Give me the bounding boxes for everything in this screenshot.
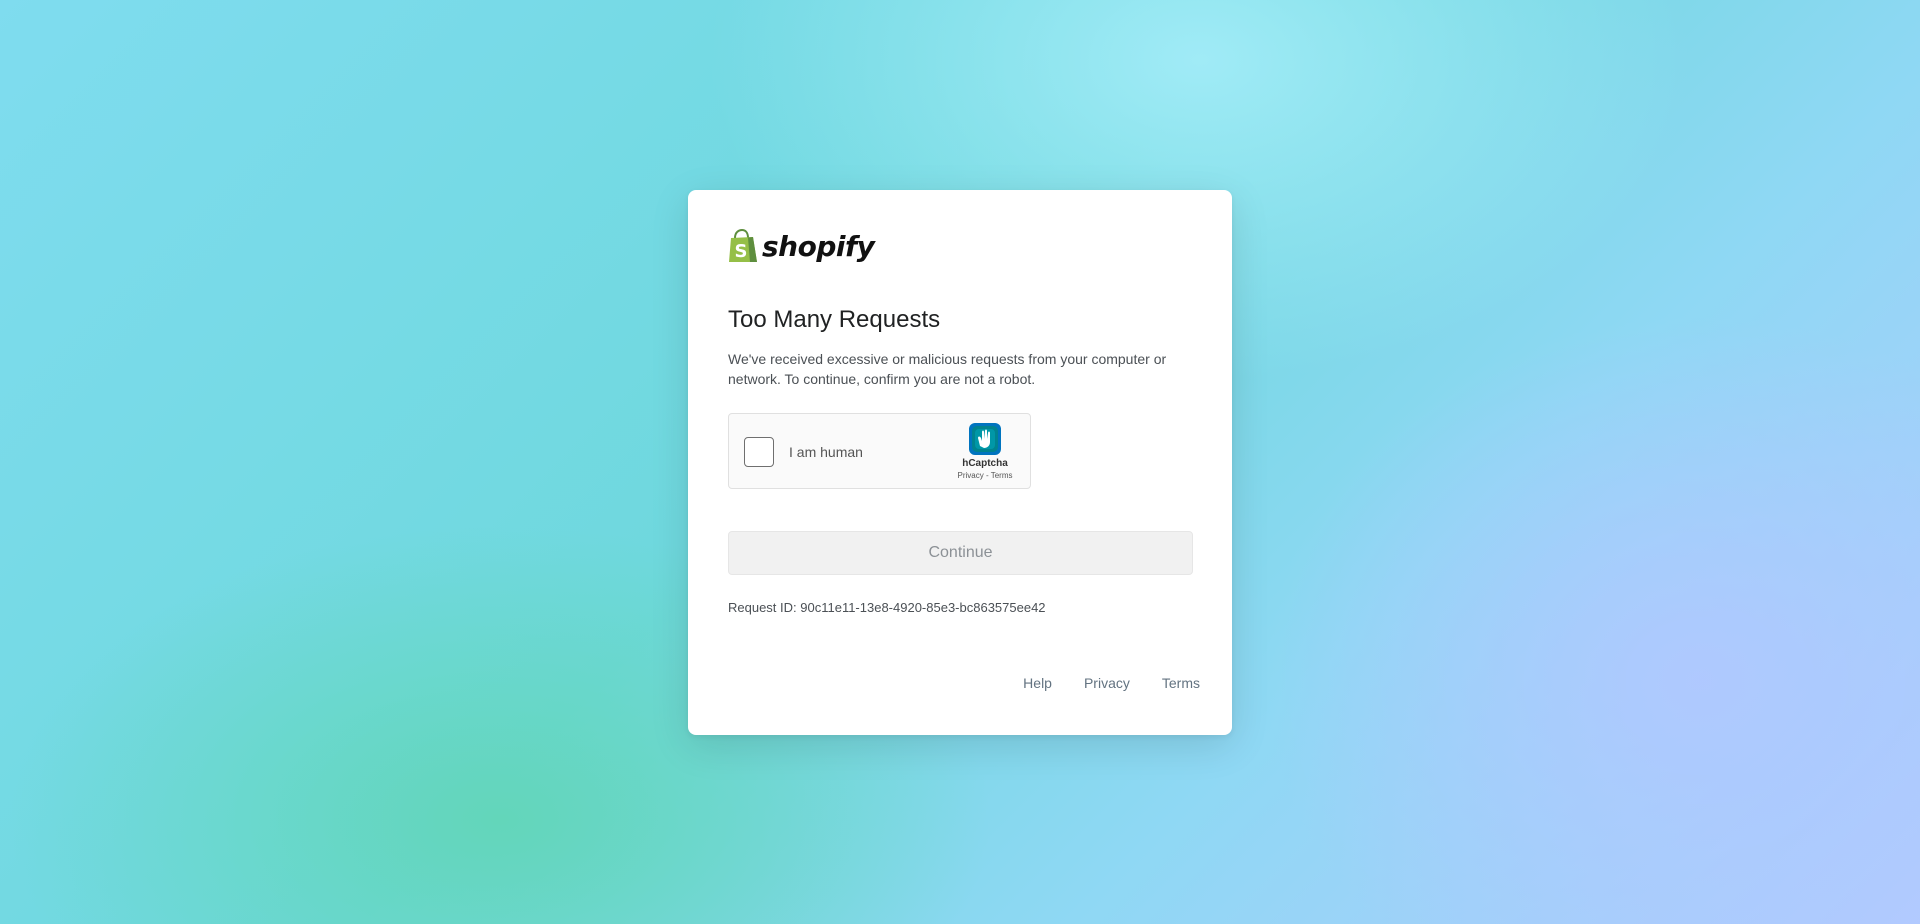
hcaptcha-widget[interactable]: I am human hCaptcha Privacy - Terms	[728, 413, 1031, 489]
captcha-label: I am human	[789, 444, 863, 460]
footer-links: Help Privacy Terms	[1023, 675, 1200, 691]
footer-link-terms[interactable]: Terms	[1162, 675, 1200, 691]
shopify-bag-icon: S	[729, 229, 757, 262]
challenge-card: S shopify Too Many Requests We've receiv…	[688, 190, 1232, 735]
continue-button[interactable]: Continue	[728, 531, 1193, 575]
footer-link-privacy[interactable]: Privacy	[1084, 675, 1130, 691]
captcha-privacy-link[interactable]: Privacy	[958, 471, 984, 480]
captcha-checkbox[interactable]	[744, 437, 774, 467]
captcha-link-separator: -	[983, 471, 991, 480]
shopify-wordmark: shopify	[762, 229, 875, 263]
page-title: Too Many Requests	[728, 306, 941, 333]
hcaptcha-hand-icon	[969, 423, 1001, 455]
captcha-links: Privacy - Terms	[950, 471, 1020, 480]
request-id: Request ID: 90c11e11-13e8-4920-85e3-bc86…	[728, 600, 1046, 615]
svg-text:S: S	[735, 241, 748, 262]
hcaptcha-brand: hCaptcha	[962, 458, 1008, 469]
shopify-logo: S shopify	[728, 229, 875, 263]
captcha-terms-link[interactable]: Terms	[991, 471, 1013, 480]
footer-link-help[interactable]: Help	[1023, 675, 1052, 691]
page-description: We've received excessive or malicious re…	[728, 351, 1167, 387]
